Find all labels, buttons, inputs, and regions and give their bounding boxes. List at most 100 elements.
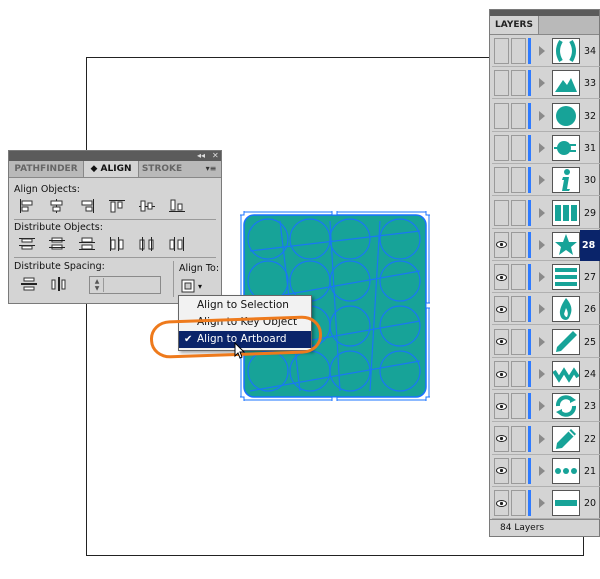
spacing-stepper[interactable]: ▲ ▼ <box>91 278 104 292</box>
panel-menu-icon[interactable]: ▾≡ <box>204 163 218 174</box>
tab-pathfinder[interactable]: PATHFINDER <box>9 161 83 177</box>
horizontal-distribute-space-button[interactable] <box>44 275 74 293</box>
expand-triangle-icon[interactable] <box>539 46 545 56</box>
layer-name[interactable]: 32 <box>584 101 596 132</box>
layer-name[interactable]: 34 <box>584 36 596 67</box>
expand-triangle-icon[interactable] <box>539 142 545 153</box>
layer-name[interactable]: 28 <box>580 229 600 261</box>
visibility-toggle[interactable] <box>494 167 509 194</box>
layer-row[interactable]: 34 <box>492 36 600 67</box>
horizontal-distribute-right-button[interactable] <box>162 235 192 253</box>
visibility-toggle[interactable] <box>494 296 509 323</box>
lock-toggle[interactable] <box>511 490 526 517</box>
expand-triangle-icon[interactable] <box>539 110 545 121</box>
layer-name[interactable]: 22 <box>584 424 596 455</box>
tab-stroke[interactable]: STROKE <box>137 161 187 177</box>
lock-toggle[interactable] <box>511 70 526 97</box>
visibility-toggle[interactable] <box>494 490 509 517</box>
lock-toggle[interactable] <box>511 134 526 161</box>
lock-toggle[interactable] <box>511 102 526 129</box>
lock-toggle[interactable] <box>511 167 526 194</box>
layer-name[interactable]: 29 <box>584 198 596 229</box>
visibility-toggle[interactable] <box>494 134 509 161</box>
visibility-toggle[interactable] <box>494 199 509 226</box>
layer-row[interactable]: 29 <box>492 198 600 229</box>
tab-align[interactable]: ◆ ALIGN <box>83 161 139 177</box>
vertical-align-bottom-button[interactable] <box>162 197 192 215</box>
close-icon[interactable]: ✕ <box>212 151 219 161</box>
layer-row[interactable]: 27 <box>492 262 600 294</box>
expand-triangle-icon[interactable] <box>539 465 545 476</box>
vertical-align-top-button[interactable] <box>102 197 132 215</box>
lock-toggle[interactable] <box>511 425 526 452</box>
lock-toggle[interactable] <box>511 361 526 387</box>
expand-triangle-icon[interactable] <box>539 336 545 347</box>
visibility-toggle[interactable] <box>494 457 509 484</box>
lock-toggle[interactable] <box>511 199 526 226</box>
expand-triangle-icon[interactable] <box>539 401 545 412</box>
layer-name[interactable]: 27 <box>584 262 596 293</box>
layer-name[interactable]: 30 <box>584 165 596 196</box>
expand-triangle-icon[interactable] <box>539 78 545 89</box>
spacing-input[interactable]: ▲ ▼ <box>89 276 161 294</box>
visibility-toggle[interactable] <box>494 102 509 129</box>
lock-toggle[interactable] <box>511 38 526 64</box>
visibility-toggle[interactable] <box>494 361 509 387</box>
expand-triangle-icon[interactable] <box>539 207 545 218</box>
expand-triangle-icon[interactable] <box>539 369 545 379</box>
horizontal-align-right-button[interactable] <box>72 197 102 215</box>
vertical-distribute-bottom-button[interactable] <box>72 235 102 253</box>
lock-toggle[interactable] <box>511 328 526 355</box>
visibility-toggle[interactable] <box>494 425 509 452</box>
panel-titlebar[interactable]: ◂◂ ✕ <box>9 151 221 161</box>
tab-layers[interactable]: LAYERS <box>490 16 539 34</box>
lock-toggle[interactable] <box>511 296 526 323</box>
expand-triangle-icon[interactable] <box>539 239 545 250</box>
layer-row[interactable]: 33 <box>492 68 600 100</box>
visibility-toggle[interactable] <box>494 264 509 291</box>
layer-row[interactable]: 32 <box>492 101 600 132</box>
expand-triangle-icon[interactable] <box>539 272 545 283</box>
expand-triangle-icon[interactable] <box>539 433 545 444</box>
layer-row[interactable]: 28 <box>492 229 600 261</box>
horizontal-distribute-center-button[interactable] <box>132 235 162 253</box>
visibility-toggle[interactable] <box>494 70 509 97</box>
layer-row[interactable]: 31 <box>492 133 600 164</box>
layer-name[interactable]: 21 <box>584 456 596 487</box>
layer-name[interactable]: 31 <box>584 133 596 164</box>
lock-toggle[interactable] <box>511 231 526 258</box>
layer-row[interactable]: 24 <box>492 359 600 390</box>
layer-row[interactable]: 20 <box>492 488 600 520</box>
layer-row[interactable]: 21 <box>492 456 600 487</box>
visibility-toggle[interactable] <box>494 38 509 64</box>
expand-triangle-icon[interactable] <box>539 304 545 315</box>
lock-toggle[interactable] <box>511 264 526 291</box>
visibility-toggle[interactable] <box>494 393 509 420</box>
expand-triangle-icon[interactable] <box>539 175 545 186</box>
expand-triangle-icon[interactable] <box>539 498 545 509</box>
layer-row[interactable]: 22 <box>492 424 600 455</box>
layer-name[interactable]: 26 <box>584 294 596 325</box>
horizontal-distribute-left-button[interactable] <box>102 235 132 253</box>
visibility-toggle[interactable] <box>494 328 509 355</box>
chevron-down-icon[interactable]: ▾ <box>198 282 202 291</box>
vertical-distribute-center-button[interactable] <box>42 235 72 253</box>
layer-name[interactable]: 24 <box>584 359 596 390</box>
menu-item-align-to-selection[interactable]: Align to Selection <box>179 297 311 314</box>
layer-name[interactable]: 33 <box>584 68 596 99</box>
align-to-button[interactable]: ▾ <box>181 278 211 294</box>
lock-toggle[interactable] <box>511 457 526 484</box>
layer-name[interactable]: 23 <box>584 391 596 422</box>
layer-row[interactable]: 30 <box>492 165 600 197</box>
lock-toggle[interactable] <box>511 393 526 420</box>
layer-row[interactable]: 23 <box>492 391 600 423</box>
visibility-toggle[interactable] <box>494 231 509 258</box>
layer-row[interactable]: 26 <box>492 294 600 326</box>
horizontal-align-left-button[interactable] <box>12 197 42 215</box>
layer-name[interactable]: 20 <box>584 488 596 519</box>
vertical-distribute-top-button[interactable] <box>12 235 42 253</box>
collapse-icon[interactable]: ◂◂ <box>197 151 205 161</box>
vertical-align-center-button[interactable] <box>132 197 162 215</box>
horizontal-align-center-button[interactable] <box>42 197 72 215</box>
vertical-distribute-space-button[interactable] <box>14 275 44 293</box>
